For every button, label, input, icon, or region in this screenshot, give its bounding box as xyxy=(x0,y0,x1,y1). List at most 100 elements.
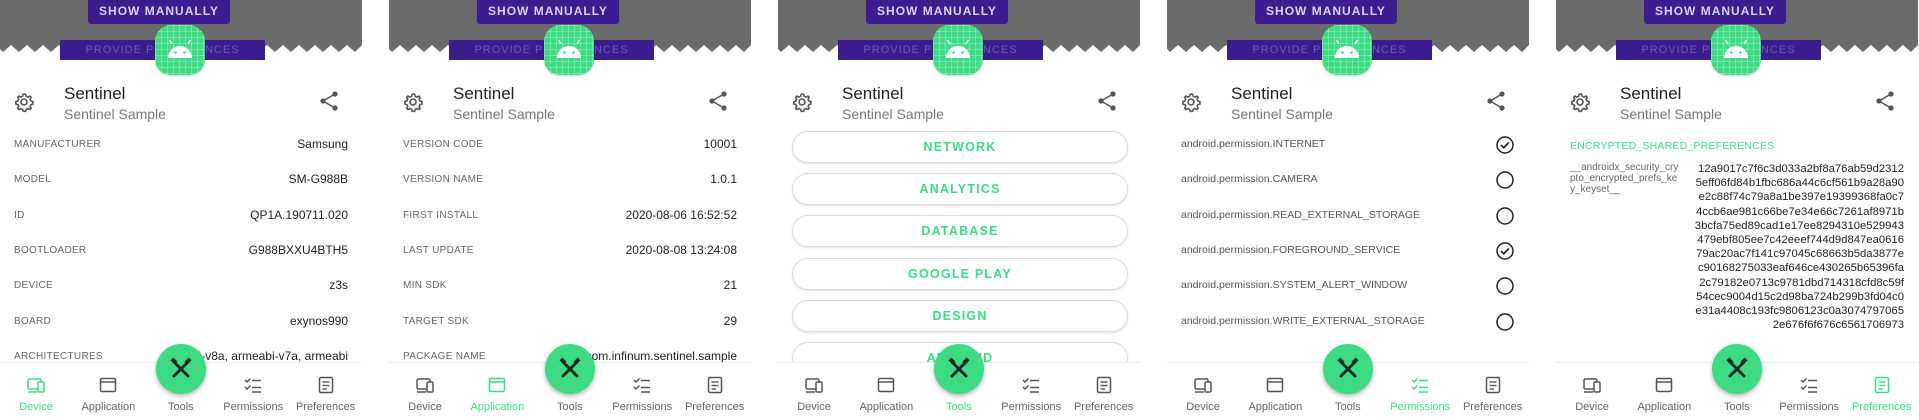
tool-button-network[interactable]: NETWORK xyxy=(792,131,1128,163)
show-manually-button[interactable]: SHOW MANUALLY xyxy=(1255,0,1397,24)
settings-gear-icon[interactable] xyxy=(1179,90,1203,114)
settings-gear-icon[interactable] xyxy=(1568,90,1592,114)
nav-item-application[interactable]: Application xyxy=(1628,363,1700,420)
app-subtitle: Sentinel Sample xyxy=(1231,106,1333,122)
nav-item-permissions[interactable]: Permissions xyxy=(1384,363,1456,420)
nav-label: Preferences xyxy=(1073,401,1134,413)
nav-label: Application xyxy=(470,401,525,413)
info-row-id: ID QP1A.190711.020 xyxy=(14,208,348,228)
info-value: SM-G988B xyxy=(288,172,348,187)
tools-fab[interactable] xyxy=(1712,344,1762,394)
preference-value: 12a9017c7f6c3d033a2bf8a76ab59d23125eff06… xyxy=(1694,163,1904,332)
info-row-first-install: FIRST INSTALL 2020-08-06 16:52:52 xyxy=(403,208,737,228)
info-label: MODEL xyxy=(14,174,52,186)
info-row-manufacturer: MANUFACTURER Samsung xyxy=(14,137,348,157)
tools-fab[interactable] xyxy=(156,344,206,394)
tools-fab[interactable] xyxy=(1323,344,1373,394)
nav-item-device[interactable]: Device xyxy=(0,363,72,420)
share-icon[interactable] xyxy=(1874,90,1896,112)
nav-item-preferences[interactable]: Preferences xyxy=(1457,363,1529,420)
nav-label: Tools xyxy=(1334,401,1361,413)
nav-item-device[interactable]: Device xyxy=(389,363,461,420)
info-row-target-sdk: TARGET SDK 29 xyxy=(403,314,737,334)
content-area: NETWORK ANALYTICS DATABASE GOOGLE PLAY DESIG… xyxy=(778,130,1140,362)
preferences-section-title: ENCRYPTED_SHARED_PREFERENCES xyxy=(1570,140,1775,152)
nav-item-application[interactable]: Application xyxy=(461,363,533,420)
show-manually-button[interactable]: SHOW MANUALLY xyxy=(866,0,1008,24)
nav-label: Preferences xyxy=(295,401,356,413)
share-icon[interactable] xyxy=(1096,90,1118,112)
tool-button-database[interactable]: DATABASE xyxy=(792,215,1128,248)
application-icon xyxy=(1265,375,1285,395)
app-title: Sentinel xyxy=(1231,84,1293,103)
nav-item-permissions[interactable]: Permissions xyxy=(606,363,678,420)
nav-label: Device xyxy=(19,401,53,413)
nav-item-preferences[interactable]: Preferences xyxy=(1068,363,1140,420)
share-icon[interactable] xyxy=(318,90,340,112)
nav-label: Preferences xyxy=(1851,401,1912,413)
preferences-icon xyxy=(705,375,725,395)
nav-label: Device xyxy=(408,401,442,413)
nav-item-device[interactable]: Device xyxy=(778,363,850,420)
phone-screen-tools: PROVIDE PREFERENCES SHOW MANUALLY Sentin… xyxy=(778,0,1140,420)
content-area: ENCRYPTED_SHARED_PREFERENCES __androidx_s… xyxy=(1556,130,1918,362)
phone-screen-permissions: PROVIDE PREFERENCES SHOW MANUALLY Sentin… xyxy=(1167,0,1529,420)
nav-item-application[interactable]: Application xyxy=(850,363,922,420)
info-label: DEVICE xyxy=(14,280,54,292)
info-row-device: DEVICE z3s xyxy=(14,278,348,298)
nav-item-device[interactable]: Device xyxy=(1556,363,1628,420)
tools-fab[interactable] xyxy=(934,344,984,394)
nav-item-preferences[interactable]: Preferences xyxy=(679,363,751,420)
preferences-icon xyxy=(1094,375,1114,395)
nav-item-permissions[interactable]: Permissions xyxy=(217,363,289,420)
app-subtitle: Sentinel Sample xyxy=(64,106,166,122)
info-label: BOARD xyxy=(14,315,52,327)
app-icon xyxy=(933,25,983,75)
nav-label: Application xyxy=(1248,401,1303,413)
nav-item-application[interactable]: Application xyxy=(72,363,144,420)
app-subtitle: Sentinel Sample xyxy=(1620,106,1722,122)
nav-label: Permissions xyxy=(1390,401,1451,413)
settings-gear-icon[interactable] xyxy=(790,90,814,114)
granted-check-icon xyxy=(1496,136,1514,154)
nav-item-permissions[interactable]: Permissions xyxy=(1773,363,1845,420)
share-icon[interactable] xyxy=(1485,90,1507,112)
nav-label: Device xyxy=(1186,401,1220,413)
permission-row: android.permission.READ_EXTERNAL_STORAGE xyxy=(1181,206,1515,228)
info-row-version-name: VERSION NAME 1.0.1 xyxy=(403,172,737,192)
tools-fab[interactable] xyxy=(545,344,595,394)
tool-button-analytics[interactable]: ANALYTICS xyxy=(792,173,1128,206)
tool-button-google-play[interactable]: GOOGLE PLAY xyxy=(792,257,1128,290)
nav-item-permissions[interactable]: Permissions xyxy=(995,363,1067,420)
content-area: android.permission.INTERNET android.permi… xyxy=(1167,130,1529,362)
permissions-icon xyxy=(243,375,263,395)
app-icon xyxy=(544,25,594,75)
tool-button-design[interactable]: DESIGN xyxy=(792,299,1128,332)
info-value: 1.0.1 xyxy=(710,172,737,187)
info-label: TARGET SDK xyxy=(403,315,469,327)
show-manually-button[interactable]: SHOW MANUALLY xyxy=(477,0,619,24)
device-icon xyxy=(26,375,46,395)
permission-name: android.permission.WRITE_EXTERNAL_STORAG… xyxy=(1181,314,1425,327)
app-icon xyxy=(1322,25,1372,75)
settings-gear-icon[interactable] xyxy=(12,90,36,114)
application-icon xyxy=(876,375,896,395)
share-icon[interactable] xyxy=(707,90,729,112)
nav-label: Device xyxy=(1575,401,1609,413)
application-icon xyxy=(98,375,118,395)
nav-item-device[interactable]: Device xyxy=(1167,363,1239,420)
preferences-icon xyxy=(316,375,336,395)
device-icon xyxy=(804,375,824,395)
info-value: QP1A.190711.020 xyxy=(250,207,348,222)
show-manually-button[interactable]: SHOW MANUALLY xyxy=(1644,0,1786,24)
info-value: com.infinum.sentinel.sample xyxy=(585,348,737,362)
permission-name: android.permission.FOREGROUND_SERVICE xyxy=(1181,243,1401,256)
nav-item-preferences[interactable]: Preferences xyxy=(290,363,362,420)
nav-item-application[interactable]: Application xyxy=(1239,363,1311,420)
nav-item-preferences[interactable]: Preferences xyxy=(1846,363,1918,420)
settings-gear-icon[interactable] xyxy=(401,90,425,114)
info-label: ARCHITECTURES xyxy=(14,350,103,362)
preferences-icon xyxy=(1872,375,1892,395)
show-manually-button[interactable]: SHOW MANUALLY xyxy=(88,0,230,24)
tools-fab-icon xyxy=(559,357,581,378)
